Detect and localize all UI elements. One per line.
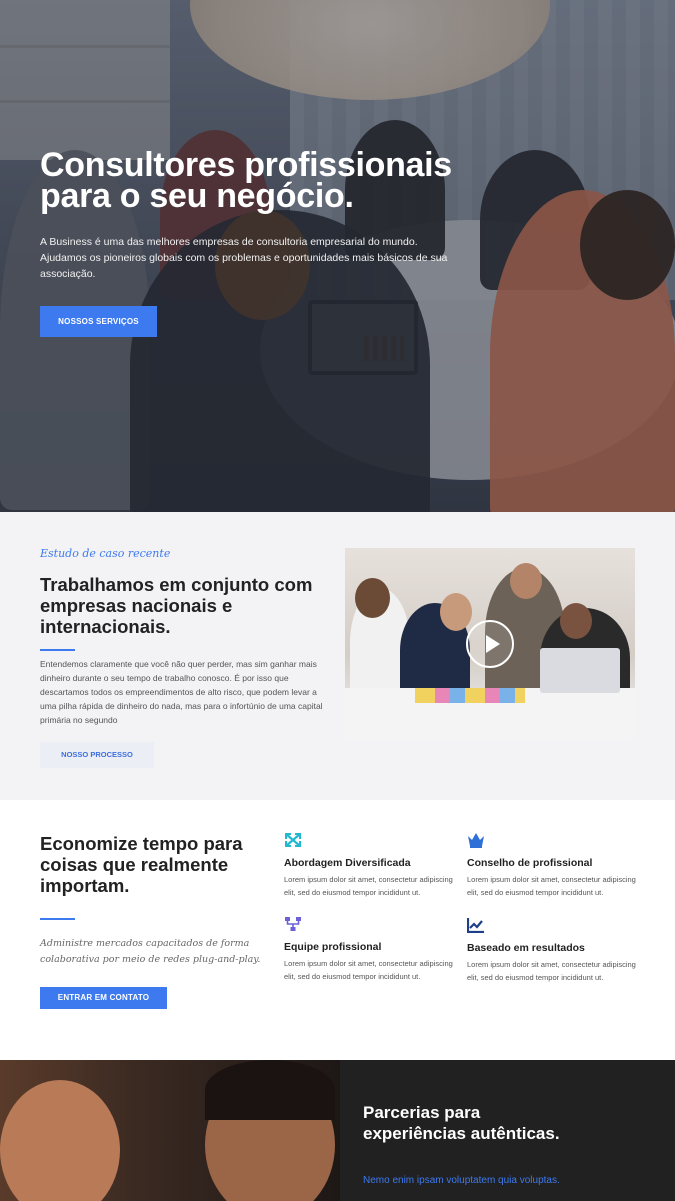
accent-divider xyxy=(40,649,75,651)
case-study-text: Entendemos claramente que você não quer … xyxy=(40,659,323,725)
feature-name: Abordagem Diversificada xyxy=(284,857,411,869)
feature-item: Conselho de profissional Lorem ipsum dol… xyxy=(467,832,637,899)
features-title: Economize tempo para coisas que realment… xyxy=(40,833,243,896)
feature-name: Baseado em resultados xyxy=(467,942,585,954)
features-subtitle: Administre mercados capacitados de forma… xyxy=(40,938,261,965)
video-person-head xyxy=(355,578,390,618)
partner-image xyxy=(0,1060,340,1201)
case-study-eyebrow: Estudo de caso recente xyxy=(40,547,171,560)
hero-description: A Business é uma das melhores empresas d… xyxy=(40,236,448,280)
feature-text: Lorem ipsum dolor sit amet, consectetur … xyxy=(284,875,453,897)
feature-text: Lorem ipsum dolor sit amet, consectetur … xyxy=(467,960,636,982)
chart-line-icon xyxy=(466,918,484,934)
video-person-head xyxy=(510,563,542,599)
play-icon[interactable] xyxy=(466,620,514,668)
video-person-head xyxy=(560,603,592,639)
services-button[interactable]: NOSSOS SERVIÇOS xyxy=(40,306,157,337)
hero-section: Consultores profissionais para o seu neg… xyxy=(0,0,675,512)
video-person-head xyxy=(440,593,472,631)
contact-button[interactable]: ENTRAR EM CONTATO xyxy=(40,987,167,1009)
hero-title: Consultores profissionais para o seu neg… xyxy=(40,146,452,215)
feature-item: Abordagem Diversificada Lorem ipsum dolo… xyxy=(284,832,454,899)
feature-name: Conselho de profissional xyxy=(467,857,593,869)
accent-divider xyxy=(40,918,75,920)
feature-item: Equipe profissional Lorem ipsum dolor si… xyxy=(284,916,454,983)
partner-subtitle: Nemo enim ipsam voluptatem quia voluptas… xyxy=(363,1175,560,1186)
partner-person-hair xyxy=(205,1060,335,1120)
features-section: Economize tempo para coisas que realment… xyxy=(0,800,675,1060)
case-study-section: Estudo de caso recente Trabalhamos em co… xyxy=(0,512,675,800)
feature-text: Lorem ipsum dolor sit amet, consectetur … xyxy=(284,959,453,981)
network-icon xyxy=(285,917,301,931)
video-laptop xyxy=(540,648,620,693)
partner-section: Parcerias para experiências autênticas. … xyxy=(0,1060,675,1201)
process-button[interactable]: NOSSO PROCESSO xyxy=(40,742,154,768)
hero-content: Consultores profissionais para o seu neg… xyxy=(40,146,460,337)
feature-text: Lorem ipsum dolor sit amet, consectetur … xyxy=(467,875,636,897)
partner-title: Parcerias para experiências autênticas. xyxy=(363,1103,560,1143)
case-study-video[interactable] xyxy=(345,548,635,739)
feature-name: Equipe profissional xyxy=(284,941,382,953)
case-study-title: Trabalhamos em conjunto com empresas nac… xyxy=(40,574,313,637)
arrows-expand-icon xyxy=(285,833,301,847)
feature-item: Baseado em resultados Lorem ipsum dolor … xyxy=(466,917,637,984)
crown-icon xyxy=(468,833,484,848)
video-sticky-notes xyxy=(415,688,525,703)
partner-person xyxy=(0,1080,120,1201)
